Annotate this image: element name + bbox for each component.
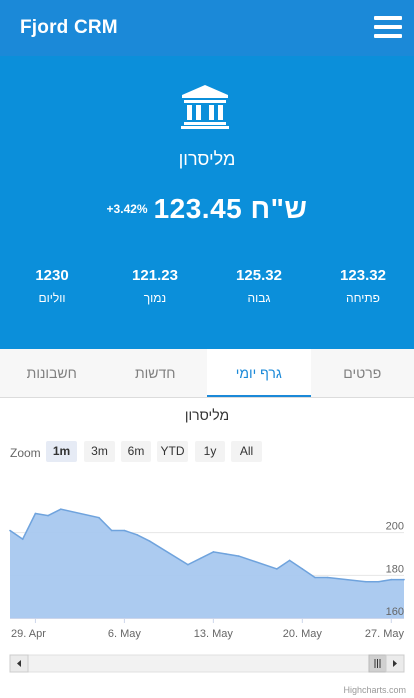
stat-value: 123.32	[340, 267, 386, 284]
y-tick-label: 180	[386, 563, 404, 575]
zoom-label: Zoom	[10, 446, 41, 460]
data-point	[9, 529, 11, 532]
zoom-all-button[interactable]: All	[231, 441, 262, 462]
stat-high: 125.32 גבוה	[207, 267, 311, 305]
price-area-chart: 160 180 200 29. Apr 6. May 13. May 20. May 27. …	[9, 508, 405, 673]
data-point	[60, 508, 62, 511]
data-point	[34, 512, 37, 515]
hamburger-menu-icon[interactable]	[374, 16, 402, 42]
stat-label: ווליום	[38, 291, 66, 305]
zoom-6m-button[interactable]: 6m	[121, 441, 151, 462]
stat-label: פתיחה	[346, 291, 380, 305]
data-point	[276, 568, 278, 570]
app-title: Fjord CRM	[20, 17, 118, 38]
app-header: Fjord CRM	[0, 0, 414, 56]
stat-label: גבוה	[247, 291, 271, 305]
y-tick-label: 160	[386, 606, 404, 618]
data-point	[314, 576, 316, 579]
x-tick-label: 27. May	[365, 628, 405, 640]
data-point	[403, 578, 405, 581]
data-point	[187, 563, 189, 566]
stat-value: 121.23	[132, 267, 178, 284]
stat-value: 1230	[35, 267, 69, 284]
data-point	[390, 578, 393, 581]
stock-price: 123.45 ש"ח	[153, 193, 308, 224]
stat-value: 125.32	[236, 267, 282, 284]
company-name: מליסרון	[178, 149, 236, 169]
navigator-scrollbar[interactable]	[9, 654, 405, 673]
chart-title: מליסרון	[184, 407, 230, 423]
x-tick-label: 6. May	[108, 628, 142, 640]
series-area	[10, 509, 404, 618]
zoom-1m-button[interactable]: 1m	[46, 441, 77, 462]
data-point	[149, 540, 151, 542]
tab-accounts[interactable]: חשבונות	[0, 349, 104, 397]
x-tick-label: 20. May	[283, 628, 323, 640]
tab-bar: חשבונות חדשות גרף יומי פרטים	[0, 349, 414, 398]
data-point	[47, 514, 49, 517]
x-tick-label: 13. May	[194, 628, 234, 640]
chart-credits[interactable]: Highcharts.com	[343, 685, 406, 695]
tab-details[interactable]: פרטים	[311, 349, 414, 397]
stat-label: נמוך	[143, 291, 167, 305]
bank-building-icon	[181, 85, 229, 129]
data-point	[110, 529, 113, 532]
y-tick-label: 200	[386, 521, 404, 533]
data-point	[238, 555, 240, 557]
tab-news[interactable]: חדשות	[104, 349, 208, 397]
data-point	[123, 529, 126, 532]
data-point	[288, 559, 291, 562]
stat-low: 121.23 נמוך	[103, 267, 207, 305]
x-tick-label: 29. Apr	[11, 628, 46, 640]
data-point	[377, 580, 380, 583]
price-row: +3.42% 123.45 ש"ח	[0, 193, 414, 225]
stock-summary-panel: מליסרון +3.42% 123.45 ש"ח 1230 ווליום 121…	[0, 56, 414, 349]
zoom-ytd-button[interactable]: YTD	[157, 441, 188, 462]
data-point	[301, 568, 304, 570]
stat-volume: 1230 ווליום	[0, 267, 104, 305]
data-point	[326, 576, 329, 579]
data-point	[225, 553, 227, 555]
data-point	[21, 538, 24, 540]
zoom-1y-button[interactable]: 1y	[195, 441, 225, 462]
stat-open: 123.32 פתיחה	[311, 267, 414, 305]
data-point	[98, 516, 100, 519]
tab-daily-chart[interactable]: גרף יומי	[207, 349, 311, 397]
data-point	[212, 551, 215, 553]
scrollbar-track[interactable]	[9, 654, 405, 673]
data-point	[199, 557, 202, 560]
data-point	[365, 580, 367, 583]
price-change: +3.42%	[106, 202, 148, 216]
zoom-3m-button[interactable]: 3m	[84, 441, 115, 462]
data-point	[136, 534, 138, 536]
